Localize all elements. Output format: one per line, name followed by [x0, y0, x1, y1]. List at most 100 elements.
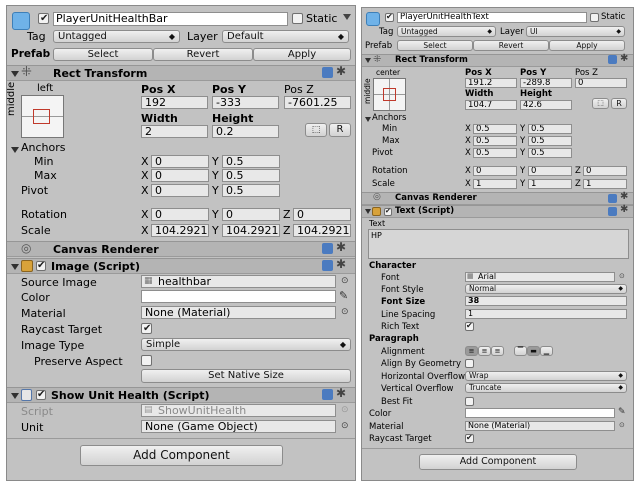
- raycast-target-checkbox[interactable]: ✔: [465, 434, 474, 443]
- text-content-area[interactable]: HP: [368, 229, 629, 259]
- preserve-aspect-checkbox[interactable]: [141, 355, 152, 366]
- scale-x-field[interactable]: 1: [473, 179, 517, 189]
- blueprint-mode-button[interactable]: ⬚: [305, 123, 327, 137]
- static-dropdown-arrow-icon[interactable]: [343, 14, 351, 22]
- rotation-x-field[interactable]: 0: [151, 208, 209, 221]
- align-middle-button[interactable]: ▬: [527, 346, 540, 356]
- height-field[interactable]: 0.2: [212, 125, 279, 138]
- posz-field[interactable]: -7601.25: [284, 96, 351, 109]
- gear-icon[interactable]: ✱: [620, 53, 628, 64]
- fold-arrow-icon[interactable]: [11, 393, 19, 399]
- help-book-icon[interactable]: [322, 389, 333, 400]
- tag-dropdown[interactable]: Untagged ◆: [53, 30, 180, 43]
- image-enabled-checkbox[interactable]: ✔: [36, 261, 46, 271]
- help-book-icon[interactable]: [608, 207, 617, 216]
- tag-dropdown[interactable]: Untagged ◆: [397, 26, 496, 37]
- gear-icon[interactable]: ✱: [336, 386, 346, 400]
- anchors-fold-arrow-icon[interactable]: [365, 117, 371, 122]
- pivot-x-field[interactable]: 0: [151, 184, 209, 197]
- align-top-button[interactable]: ▔: [514, 346, 527, 356]
- blueprint-mode-button[interactable]: ⬚: [592, 98, 609, 109]
- posy-field[interactable]: -289.8: [520, 78, 572, 88]
- anchor-preset-icon[interactable]: [21, 95, 64, 138]
- layer-dropdown[interactable]: UI ◆: [526, 26, 625, 37]
- scale-z-field[interactable]: 1: [583, 179, 627, 189]
- color-field[interactable]: [141, 290, 336, 303]
- help-book-icon[interactable]: [322, 243, 333, 254]
- help-book-icon[interactable]: [608, 194, 617, 203]
- text-enabled-checkbox[interactable]: ✔: [384, 208, 392, 216]
- prefab-apply-button[interactable]: Apply: [549, 40, 625, 51]
- align-center-button[interactable]: ≡: [478, 346, 491, 356]
- eyedropper-icon[interactable]: ✎: [618, 407, 626, 417]
- gear-icon[interactable]: ✱: [336, 240, 346, 254]
- prefab-revert-button[interactable]: Revert: [153, 48, 253, 61]
- eyedropper-icon[interactable]: ✎: [339, 289, 348, 302]
- width-field[interactable]: 2: [141, 125, 208, 138]
- font-field[interactable]: Arial: [465, 272, 615, 282]
- scale-x-field[interactable]: 104.2921: [151, 224, 209, 237]
- scale-y-field[interactable]: 1: [528, 179, 572, 189]
- height-field[interactable]: 42.6: [520, 100, 572, 110]
- posz-field[interactable]: 0: [575, 78, 627, 88]
- fold-arrow-icon[interactable]: [365, 58, 371, 63]
- align-right-button[interactable]: ≡: [491, 346, 504, 356]
- font-style-dropdown[interactable]: Normal ◆: [465, 284, 627, 294]
- raw-edit-button[interactable]: R: [611, 98, 627, 109]
- align-by-geometry-checkbox[interactable]: [465, 359, 474, 368]
- rotation-y-field[interactable]: 0: [528, 166, 572, 176]
- prefab-select-button[interactable]: Select: [53, 48, 153, 61]
- rotation-y-field[interactable]: 0: [222, 208, 280, 221]
- width-field[interactable]: 104.7: [465, 100, 517, 110]
- gear-icon[interactable]: ✱: [620, 191, 628, 202]
- active-checkbox[interactable]: ✔: [38, 13, 49, 24]
- fold-arrow-icon[interactable]: [11, 264, 19, 270]
- scale-y-field[interactable]: 104.2921: [222, 224, 280, 237]
- anchors-fold-arrow-icon[interactable]: [11, 147, 19, 153]
- rich-text-checkbox[interactable]: ✔: [465, 322, 474, 331]
- anchor-max-x-field[interactable]: 0: [151, 169, 209, 182]
- active-checkbox[interactable]: ✔: [385, 13, 394, 22]
- pivot-x-field[interactable]: 0.5: [473, 148, 517, 158]
- add-component-button[interactable]: Add Component: [419, 454, 577, 470]
- horizontal-overflow-dropdown[interactable]: Wrap ◆: [465, 371, 627, 381]
- raw-edit-button[interactable]: R: [329, 123, 351, 137]
- object-name-input[interactable]: PlayerUnitHealthText: [397, 12, 587, 23]
- target-picker-icon[interactable]: ⊙: [619, 272, 625, 280]
- target-picker-icon[interactable]: ⊙: [341, 276, 349, 286]
- material-field[interactable]: None (Material): [465, 421, 615, 431]
- object-name-input[interactable]: PlayerUnitHealthBar: [53, 12, 288, 26]
- align-bottom-button[interactable]: ▁: [540, 346, 553, 356]
- rotation-x-field[interactable]: 0: [473, 166, 517, 176]
- static-checkbox[interactable]: [590, 13, 599, 22]
- vertical-overflow-dropdown[interactable]: Truncate ◆: [465, 383, 627, 393]
- fold-arrow-icon[interactable]: [365, 209, 371, 214]
- fold-arrow-icon[interactable]: [11, 71, 19, 77]
- pivot-y-field[interactable]: 0.5: [222, 184, 280, 197]
- layer-dropdown[interactable]: Default ◆: [222, 30, 349, 43]
- anchor-min-x-field[interactable]: 0: [151, 155, 209, 168]
- pivot-y-field[interactable]: 0.5: [528, 148, 572, 158]
- static-checkbox[interactable]: [292, 13, 303, 24]
- rotation-z-field[interactable]: 0: [583, 166, 627, 176]
- raycast-target-checkbox[interactable]: ✔: [141, 323, 152, 334]
- align-left-button[interactable]: ≡: [465, 346, 478, 356]
- anchor-preset-icon[interactable]: [373, 78, 406, 111]
- anchor-min-x-field[interactable]: 0.5: [473, 124, 517, 134]
- posy-field[interactable]: -333: [212, 96, 279, 109]
- posx-field[interactable]: 191.2: [465, 78, 517, 88]
- line-spacing-field[interactable]: 1: [465, 309, 627, 319]
- set-native-size-button[interactable]: Set Native Size: [141, 369, 351, 383]
- best-fit-checkbox[interactable]: [465, 397, 474, 406]
- unit-field[interactable]: None (Game Object): [141, 420, 336, 433]
- gear-icon[interactable]: ✱: [336, 257, 346, 271]
- scale-z-field[interactable]: 104.2921: [293, 224, 351, 237]
- anchor-max-y-field[interactable]: 0.5: [222, 169, 280, 182]
- target-picker-icon[interactable]: ⊙: [619, 421, 625, 429]
- target-picker-icon[interactable]: ⊙: [341, 421, 349, 431]
- prefab-apply-button[interactable]: Apply: [253, 48, 351, 61]
- anchor-min-y-field[interactable]: 0.5: [222, 155, 280, 168]
- anchor-max-y-field[interactable]: 0.5: [528, 136, 572, 146]
- help-book-icon[interactable]: [608, 55, 617, 64]
- font-size-field[interactable]: 38: [465, 296, 627, 306]
